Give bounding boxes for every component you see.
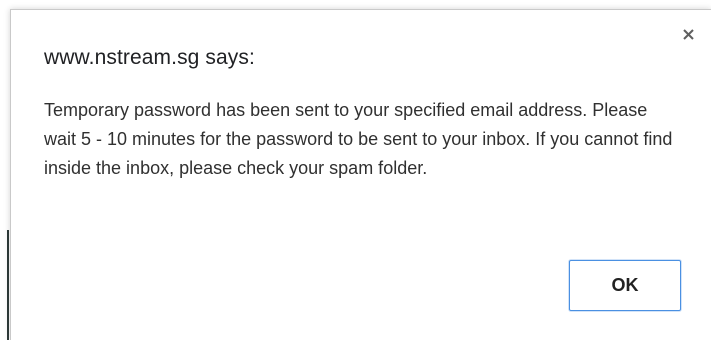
close-button[interactable]	[679, 25, 697, 43]
browser-viewport: www.nstream.sg says: Temporary password …	[0, 0, 711, 340]
ok-button[interactable]: OK	[569, 260, 681, 311]
dialog-title: www.nstream.sg says:	[44, 46, 255, 69]
dialog-message: Temporary password has been sent to your…	[44, 100, 673, 178]
alert-dialog: www.nstream.sg says: Temporary password …	[10, 9, 711, 340]
page-background-strip	[7, 230, 9, 340]
close-icon	[682, 28, 694, 40]
page-background-edge	[0, 0, 10, 340]
